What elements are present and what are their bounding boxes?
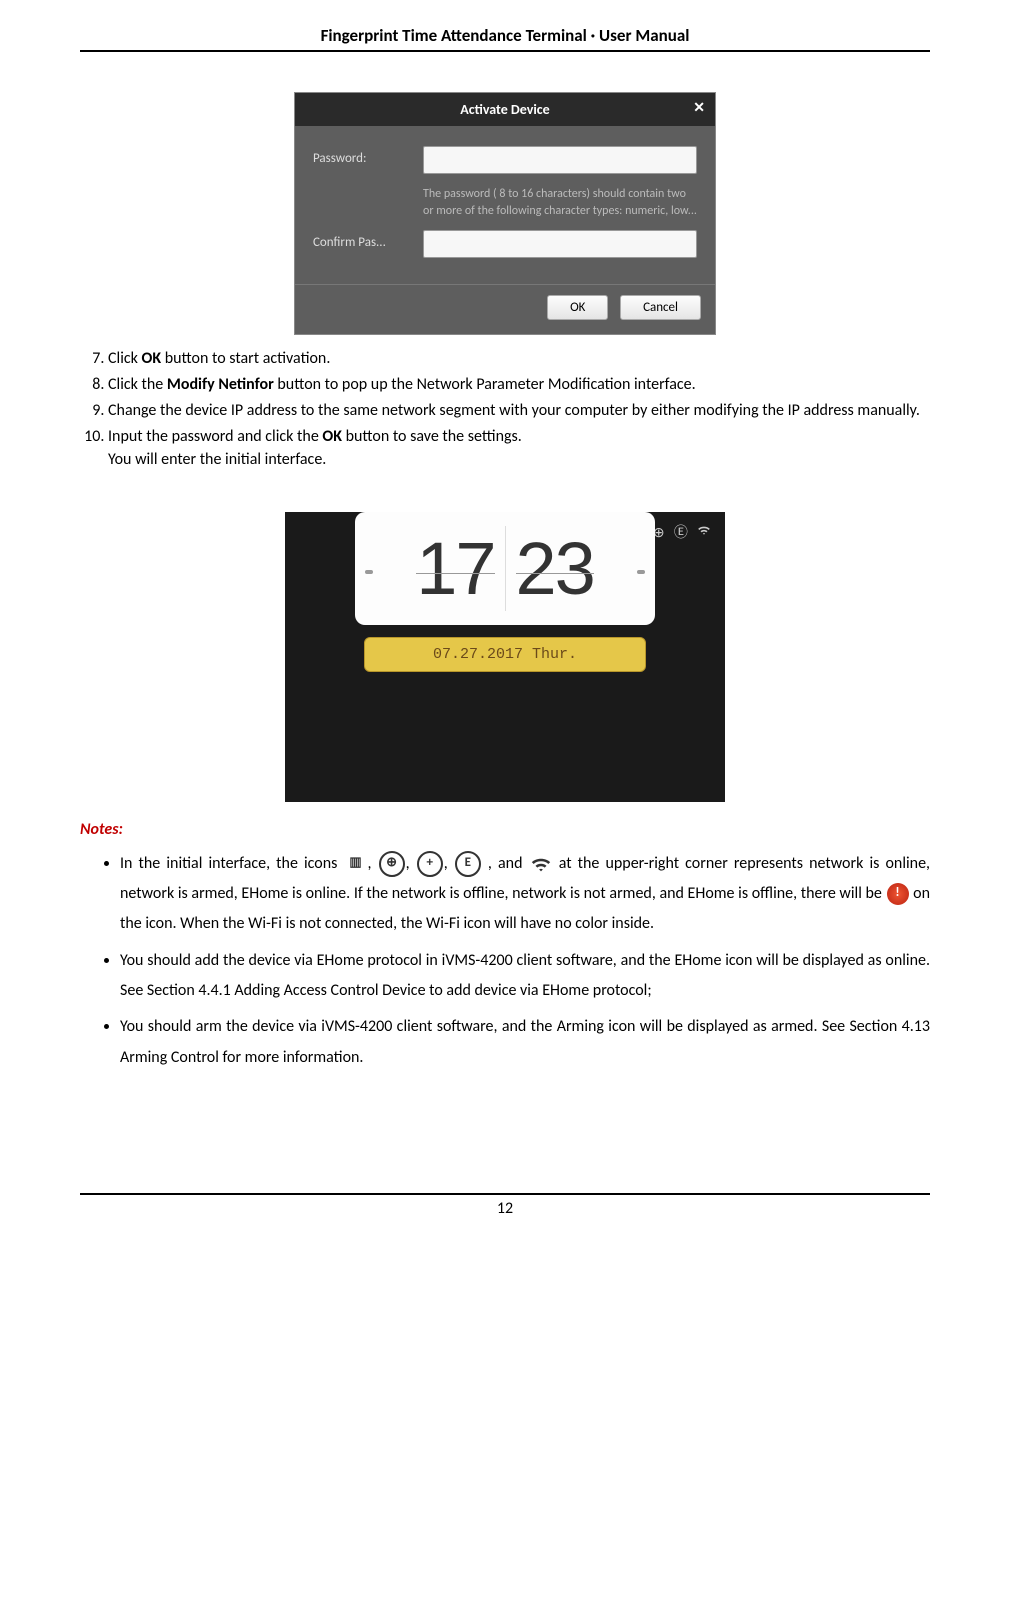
confirm-password-label: Confirm Pas... [313, 230, 423, 250]
network-icon: ⊕ [379, 851, 405, 877]
note-3: You should arm the device via iVMS-4200 … [120, 1012, 930, 1073]
close-icon[interactable]: ✕ [693, 99, 705, 116]
wifi-icon [530, 853, 552, 875]
device-screen: ▥ ⊕ ⊕ Ⓔ 17 23 07.27.2017 Thur. [285, 512, 725, 802]
date-bar: 07.27.2017 Thur. [364, 637, 646, 672]
ehome-icon: Ⓔ [674, 524, 691, 541]
password-input[interactable] [423, 146, 697, 174]
shield-icon: ⊕ [653, 524, 668, 541]
steps-list: Click OK button to start activation. Cli… [80, 347, 930, 472]
time-hour: 17 [416, 526, 494, 611]
battery-icon: ▥ [345, 853, 367, 875]
password-hint: The password ( 8 to 16 characters) shoul… [423, 186, 697, 220]
confirm-password-input[interactable] [423, 230, 697, 258]
dialog-title-bar: Activate Device ✕ [295, 93, 715, 126]
hinge-left [365, 570, 373, 574]
time-minute: 23 [516, 526, 594, 611]
alert-icon: ! [887, 883, 909, 905]
dialog-title-text: Activate Device [460, 101, 549, 118]
note-1: In the initial interface, the icons ▥, ⊕… [120, 849, 930, 940]
step-10: Input the password and click the OK butt… [108, 425, 930, 471]
note-2: You should add the device via EHome prot… [120, 946, 930, 1007]
hinge-right [637, 570, 645, 574]
step-7: Click OK button to start activation. [108, 347, 930, 370]
activate-device-dialog: Activate Device ✕ Password: The password… [294, 92, 716, 335]
cancel-button[interactable]: Cancel [620, 295, 701, 320]
ehome-icon: E [455, 851, 481, 877]
wifi-icon [697, 524, 711, 541]
notes-list: In the initial interface, the icons ▥, ⊕… [80, 849, 930, 1074]
step-9: Change the device IP address to the same… [108, 399, 930, 422]
step-8: Click the Modify Netinfor button to pop … [108, 373, 930, 396]
shield-icon: + [417, 851, 443, 877]
step-10-sub: You will enter the initial interface. [108, 450, 326, 469]
page-number: 12 [80, 1193, 930, 1218]
notes-heading: Notes: [80, 820, 930, 839]
time-card: 17 23 [355, 512, 655, 625]
password-label: Password: [313, 146, 423, 166]
page-header: Fingerprint Time Attendance Terminal · U… [80, 25, 930, 52]
ok-button[interactable]: OK [547, 295, 608, 320]
